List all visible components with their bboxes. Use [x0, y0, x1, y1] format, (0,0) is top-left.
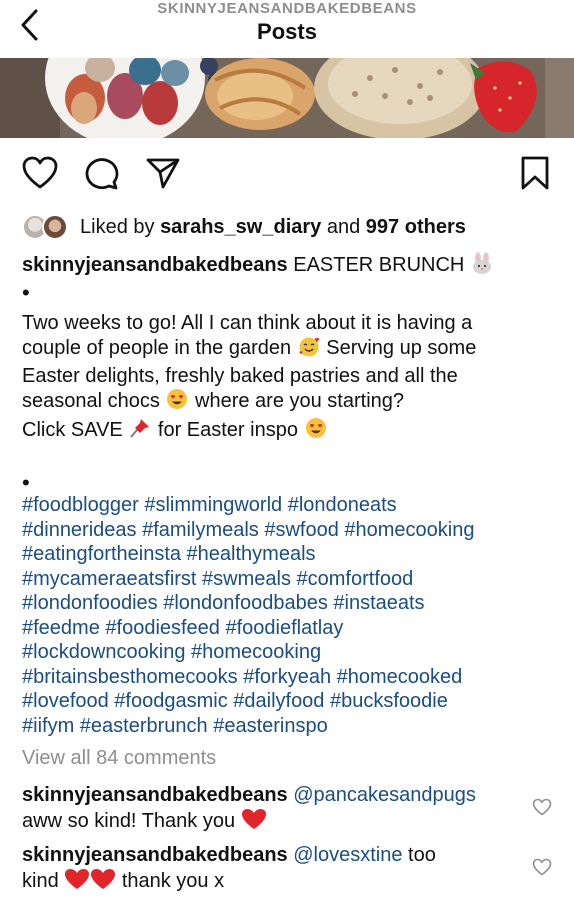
likes-user[interactable]: sarahs_sw_diary	[160, 216, 321, 239]
likes-prefix: Liked by	[80, 215, 155, 238]
header-username: SKINNYJEANSANDBAKEDBEANS	[157, 0, 417, 17]
comment-like-button[interactable]	[532, 858, 552, 881]
view-all-comments-link[interactable]: View all 84 comments	[22, 747, 216, 770]
paper-plane-icon	[146, 158, 180, 189]
caption-text: where are you starting?	[195, 390, 405, 412]
hashtag-line[interactable]: #foodblogger #slimmingworld #londoneats	[22, 493, 562, 518]
caption-title: EASTER BRUNCH	[293, 254, 465, 276]
hashtag-line[interactable]: #feedme #foodiesfeed #foodieflatlay	[22, 616, 562, 641]
caption-text: Serving up some	[326, 337, 477, 359]
hashtag-line[interactable]: #dinnerideas #familymeals #swfood #homec…	[22, 518, 562, 543]
red-heart-emoji-icon	[64, 868, 90, 897]
comment-bubble-icon	[85, 158, 119, 190]
comment-item: skinnyjeansandbakedbeans @lovesxtine too…	[22, 843, 522, 897]
comment-button[interactable]	[84, 156, 120, 195]
comment-item: skinnyjeansandbakedbeans @pancakesandpug…	[22, 783, 522, 837]
hashtag-line[interactable]: #britainsbesthomecooks #forkyeah #homeco…	[22, 665, 562, 690]
heart-icon	[532, 798, 552, 816]
page-title: Posts	[257, 19, 317, 44]
bookmark-icon	[521, 156, 549, 190]
comment-text: thank you x	[121, 870, 225, 892]
hashtag-line[interactable]: #londonfoodies #londonfoodbabes #instaea…	[22, 591, 562, 616]
liker-avatars	[22, 213, 72, 241]
hashtag-line[interactable]: #lockdowncooking #homecooking	[22, 640, 562, 665]
like-button[interactable]	[22, 156, 58, 195]
caption-separator: •	[22, 470, 30, 495]
hashtag-line[interactable]: #mycameraeatsfirst #swmeals #comfortfood	[22, 567, 562, 592]
caption-line: Two weeks to go! All I can think about i…	[22, 311, 473, 334]
comment-mention[interactable]: @pancakesandpugs	[293, 784, 476, 806]
hashtag-block: #foodblogger #slimmingworld #londoneats …	[22, 493, 562, 738]
comment-text: kind	[22, 870, 59, 892]
comment-username[interactable]: skinnyjeansandbakedbeans	[22, 784, 288, 806]
action-bar	[0, 150, 574, 200]
hashtag-line[interactable]: #eatingfortheinsta #healthymeals	[22, 542, 562, 567]
caption-line: Easter delights, freshly baked pastries …	[22, 364, 458, 387]
croissant-icon	[205, 58, 315, 130]
avatar	[42, 214, 68, 240]
heart-eyes-emoji-icon	[165, 388, 189, 417]
comment-mention[interactable]: @lovesxtine	[293, 844, 402, 866]
caption-username[interactable]: skinnyjeansandbakedbeans	[22, 254, 288, 276]
save-button[interactable]	[520, 156, 550, 195]
comment-text: aww so kind! Thank you	[22, 810, 236, 832]
caption-text: couple of people in the garden	[22, 337, 292, 359]
comment-text: too	[408, 844, 436, 866]
comment-like-button[interactable]	[532, 798, 552, 821]
post-image[interactable]	[0, 58, 574, 138]
red-heart-emoji-icon	[241, 808, 267, 837]
heart-icon	[532, 858, 552, 876]
share-button[interactable]	[145, 156, 181, 195]
likes-others[interactable]: 997 others	[366, 216, 466, 239]
comment-username[interactable]: skinnyjeansandbakedbeans	[22, 844, 288, 866]
caption-text: seasonal chocs	[22, 390, 160, 412]
post-caption: skinnyjeansandbakedbeans EASTER BRUNCH •…	[22, 252, 552, 495]
likes-and: and	[326, 215, 361, 238]
caption-text: for Easter inspo	[157, 418, 298, 441]
caption-separator: •	[22, 279, 30, 305]
caption-text: Click SAVE	[22, 418, 123, 441]
pushpin-icon	[128, 417, 152, 446]
smiling-face-with-hearts-icon	[297, 335, 321, 364]
hashtag-line[interactable]: #iifym #easterbrunch #easterinspo	[22, 714, 562, 739]
heart-eyes-emoji-icon	[304, 417, 328, 446]
red-heart-emoji-icon	[90, 868, 116, 897]
rabbit-emoji-icon	[470, 252, 494, 281]
header-bar: SKINNYJEANSANDBAKEDBEANS Posts	[0, 0, 574, 58]
heart-icon	[22, 156, 58, 189]
likes-summary[interactable]: Liked by sarahs_sw_diary and 997 others	[22, 212, 466, 242]
hashtag-line[interactable]: #lovefood #foodgasmic #dailyfood #bucksf…	[22, 689, 562, 714]
